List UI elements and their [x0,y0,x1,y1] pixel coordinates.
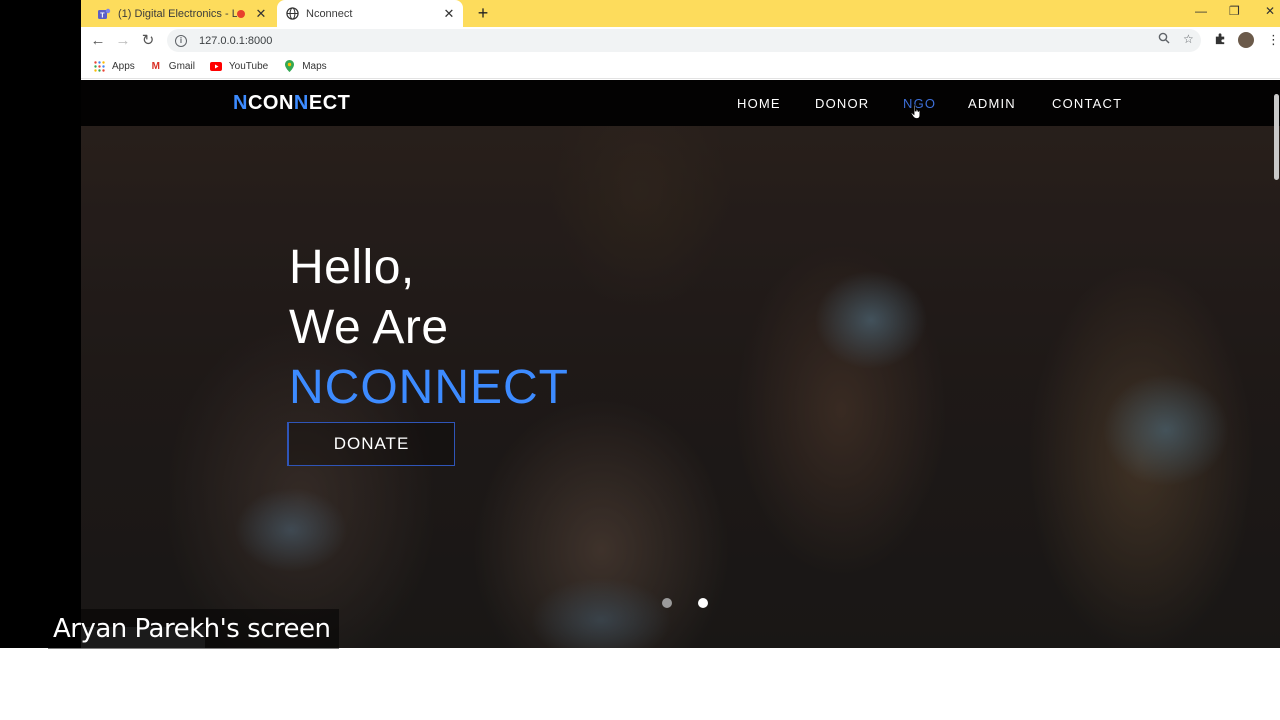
bookmark-gmail[interactable]: M Gmail [149,60,195,72]
site-info-icon[interactable]: i [175,34,187,47]
nav-donor[interactable]: DONOR [815,96,869,111]
url-text: 127.0.0.1:8000 [199,34,273,47]
tab-bar: T (1) Digital Electronics - Lectu ✕ Ncon… [81,0,1280,27]
recording-indicator-icon [237,9,245,18]
carousel-dot-2[interactable] [698,598,708,608]
bookmark-star-icon[interactable]: ☆ [1183,32,1194,46]
screen-share-label: Aryan Parekh's screen [48,609,339,649]
bookmark-label: Maps [302,60,327,72]
tab-title: Nconnect [306,7,353,20]
gmail-icon: M [151,60,160,72]
bookmark-apps[interactable]: Apps [92,60,135,72]
tab-nconnect[interactable]: Nconnect ✕ [277,0,463,27]
left-black-margin [0,0,81,648]
site-navbar: NCONNECT HOME DONOR NGO ADMIN CONTACT [81,80,1280,126]
close-window-icon[interactable]: ✕ [1265,4,1275,18]
nav-admin[interactable]: ADMIN [968,96,1016,111]
address-bar[interactable]: i 127.0.0.1:8000 [167,29,1201,52]
hero-heading: Hello, We Are NCONNECT [289,238,569,418]
screen: T (1) Digital Electronics - Lectu ✕ Ncon… [0,0,1280,720]
back-icon[interactable]: ← [88,31,108,51]
browser-toolbar: ← → ↻ i 127.0.0.1:8000 ☆ ⋮ [81,27,1280,54]
apps-grid-icon [92,60,106,72]
youtube-icon [209,60,223,72]
hero-line-we-are: We Are [289,301,449,354]
carousel-dot-1[interactable] [662,598,672,608]
nav-home[interactable]: HOME [737,96,781,111]
reload-icon[interactable]: ↻ [138,31,158,51]
extensions-icon[interactable] [1214,32,1227,48]
bookmark-label: Apps [112,60,135,72]
brand-logo[interactable]: NCONNECT [233,92,350,115]
hand-cursor-icon [910,104,921,119]
bookmark-label: Gmail [168,60,195,72]
new-tab-button[interactable]: + [473,3,493,23]
donate-button[interactable]: DONATE [287,422,455,466]
zoom-icon[interactable] [1158,32,1170,47]
profile-avatar[interactable] [1238,32,1254,48]
restore-icon[interactable]: ❐ [1229,4,1240,18]
teams-icon: T [97,7,111,21]
svg-text:T: T [100,12,105,19]
close-tab-icon[interactable]: ✕ [253,6,269,22]
bottom-margin [0,648,1280,720]
hero-line-brand: NCONNECT [289,361,569,414]
forward-icon[interactable]: → [113,31,133,51]
tab-title: (1) Digital Electronics - Lectu [118,7,237,20]
hero-overlay [81,80,1280,648]
bookmark-youtube[interactable]: YouTube [209,60,268,72]
minimize-icon[interactable]: — [1195,4,1207,18]
hero-line-hello: Hello, [289,241,415,294]
maps-icon [282,60,296,72]
close-tab-icon[interactable]: ✕ [441,6,457,22]
browser-window: T (1) Digital Electronics - Lectu ✕ Ncon… [81,0,1280,648]
bookmark-maps[interactable]: Maps [282,60,327,72]
menu-kebab-icon[interactable]: ⋮ [1267,32,1280,48]
bookmarks-bar: Apps M Gmail YouTube Maps [81,54,1280,79]
bookmark-label: YouTube [228,60,269,72]
tab-digital-electronics[interactable]: T (1) Digital Electronics - Lectu ✕ [89,0,275,27]
nav-contact[interactable]: CONTACT [1052,96,1122,111]
globe-icon [285,7,299,21]
page-scrollbar[interactable] [1274,94,1279,180]
web-page: NCONNECT HOME DONOR NGO ADMIN CONTACT He… [81,80,1280,648]
